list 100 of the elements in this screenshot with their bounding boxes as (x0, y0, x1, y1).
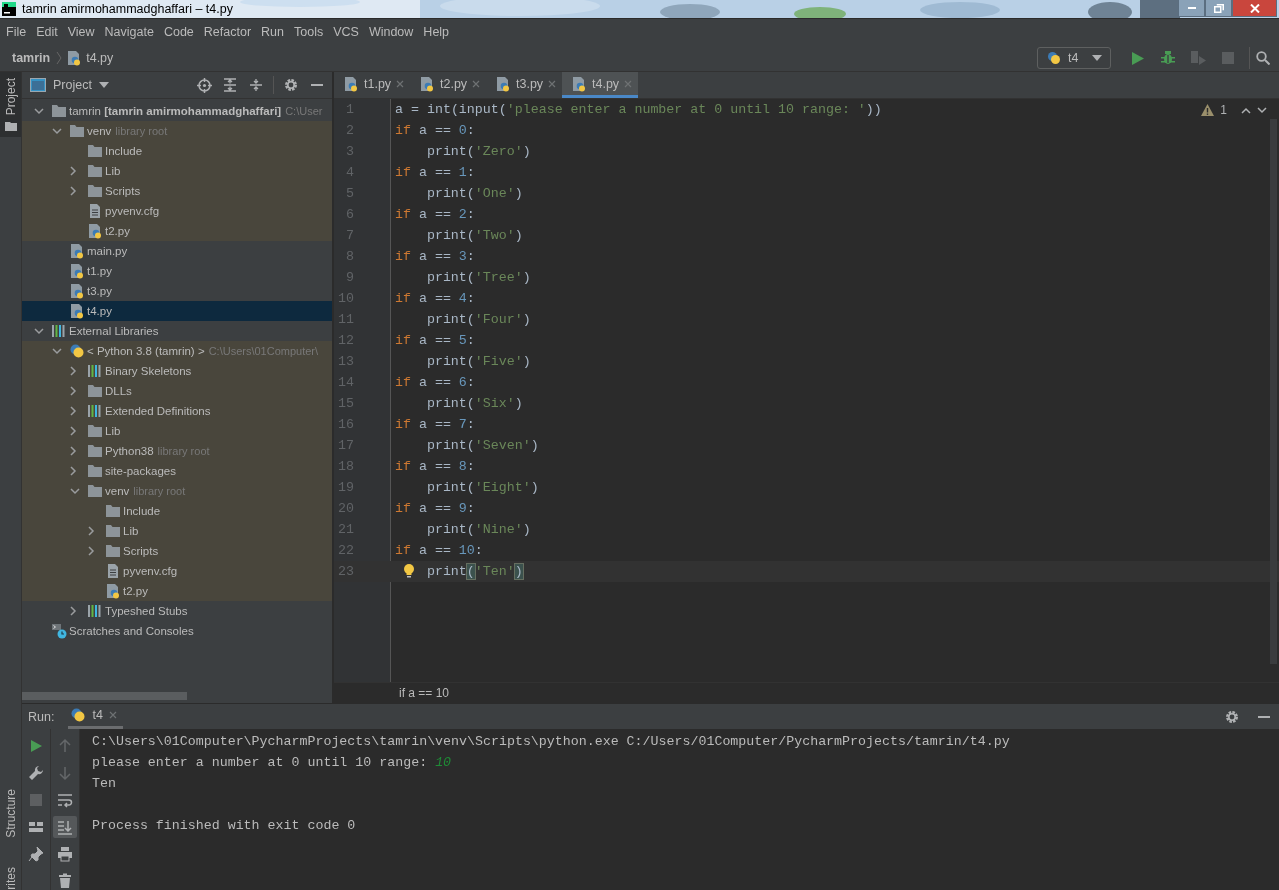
project-stripe-button[interactable]: Project (0, 72, 21, 138)
tree-item[interactable]: Typeshed Stubs (22, 601, 332, 621)
tree-item[interactable]: External Libraries (22, 321, 332, 341)
down-icon[interactable] (1257, 106, 1267, 114)
tree-item[interactable]: tamrin [tamrin amirmohammadghaffari] C:\User (22, 101, 332, 121)
breadcrumb-project[interactable]: tamrin (12, 51, 51, 65)
settings-button[interactable] (282, 76, 300, 94)
restore-button[interactable] (1205, 0, 1232, 17)
code-line: if a == 3: (395, 249, 475, 264)
minimize-icon (1187, 7, 1196, 9)
minimize-button[interactable] (1178, 0, 1205, 17)
scrollbar-thumb[interactable] (22, 692, 187, 700)
project-view-dropdown[interactable]: Project (30, 78, 109, 92)
tree-item[interactable]: Extended Definitions (22, 401, 332, 421)
close-icon[interactable] (108, 711, 117, 719)
chevron-down-icon[interactable] (52, 347, 62, 355)
code-line: if a == 9: (395, 501, 475, 516)
up-icon[interactable] (1241, 106, 1251, 114)
tree-item[interactable]: venv library root (22, 481, 332, 501)
chevron-down-icon[interactable] (70, 487, 80, 495)
chevron-right-icon[interactable] (70, 606, 77, 616)
folder-icon (87, 483, 103, 499)
menu-item[interactable]: Tools (289, 25, 329, 39)
lightbulb-icon[interactable] (403, 563, 415, 579)
tree-item[interactable]: pyvenv.cfg (22, 201, 332, 221)
tree-item[interactable]: main.py (22, 241, 332, 261)
warning-count[interactable]: 1 (1220, 103, 1227, 117)
locate-button[interactable] (195, 76, 213, 94)
close-icon[interactable] (396, 79, 405, 88)
close-button[interactable] (1232, 0, 1277, 17)
chevron-down-icon[interactable] (52, 127, 62, 135)
code-breadcrumb[interactable]: if a == 10 (399, 686, 450, 700)
tree-item[interactable]: DLLs (22, 381, 332, 401)
code-line: if a == 6: (395, 375, 475, 390)
menu-item[interactable]: Edit (31, 25, 63, 39)
tree-item[interactable]: pyvenv.cfg (22, 561, 332, 581)
menu-item[interactable]: Run (256, 25, 289, 39)
console-line: please enter a number at 0 until 10 range: 10 (92, 754, 453, 772)
collapse-all-button[interactable] (247, 76, 265, 94)
tree-item[interactable]: Lib (22, 421, 332, 441)
trash-icon (57, 873, 73, 889)
tree-item[interactable]: Binary Skeletons (22, 361, 332, 381)
editor-tab[interactable]: t2.py (410, 72, 486, 98)
menu-item[interactable]: View (62, 25, 100, 39)
menu-item[interactable]: Refactor (198, 25, 257, 39)
code-line: if a == 7: (395, 417, 475, 432)
close-icon[interactable] (472, 79, 481, 88)
breadcrumb-file[interactable]: t4.py (86, 51, 114, 65)
menu-item[interactable]: VCS (328, 25, 364, 39)
tree-item[interactable]: site-packages (22, 461, 332, 481)
tree-item[interactable]: venv library root (22, 121, 332, 141)
close-icon[interactable] (548, 79, 557, 88)
expand-all-button[interactable] (221, 76, 239, 94)
tree-item[interactable]: t3.py (22, 281, 332, 301)
code-line: print('One') (425, 186, 523, 201)
console-line: Ten (92, 775, 117, 793)
chevron-down-icon[interactable] (34, 107, 44, 115)
editor-tab[interactable]: t1.py (334, 72, 410, 98)
tree-item[interactable]: t2.py (22, 581, 332, 601)
scroll-to-end-icon (57, 819, 73, 835)
code-line: if a == 5: (395, 333, 475, 348)
printer-icon (57, 846, 73, 862)
python-logo-icon (1046, 50, 1062, 66)
tree-item[interactable]: Include (22, 501, 332, 521)
chevron-down-icon[interactable] (34, 327, 44, 335)
tree-item[interactable]: t1.py (22, 261, 332, 281)
stripe-button[interactable]: rites (0, 861, 21, 890)
python-file-icon (343, 75, 359, 92)
pin-icon (28, 846, 44, 862)
menu-item[interactable]: Help (418, 25, 455, 39)
tree-item[interactable]: t4.py (22, 301, 332, 321)
menu-item[interactable]: Navigate (99, 25, 159, 39)
tool-button[interactable] (53, 816, 77, 838)
editor-tab[interactable]: t3.py (486, 72, 562, 98)
menu-item[interactable]: File (1, 25, 32, 39)
editor-tab[interactable]: t4.py (562, 72, 638, 98)
run-label: Run: (28, 709, 55, 724)
tree-item[interactable]: Include (22, 141, 332, 161)
python-logo-icon (70, 707, 87, 723)
play-icon (28, 738, 44, 754)
tree-item[interactable]: Scratches and Consoles (22, 621, 332, 641)
python-file-icon (69, 263, 85, 279)
python-file-icon (69, 303, 85, 319)
tree-item[interactable]: Scripts (22, 181, 332, 201)
tree-item[interactable]: Lib (22, 521, 332, 541)
run-config-dropdown[interactable]: t4 (1037, 47, 1111, 69)
menu-item[interactable]: Window (363, 25, 419, 39)
stop-icon (1222, 52, 1234, 64)
python-logo-icon (69, 343, 85, 359)
menu-item[interactable]: Code (158, 25, 199, 39)
code-line: print('Tree') (425, 270, 531, 285)
stripe-button[interactable]: Structure (0, 782, 21, 844)
bug-icon (1161, 51, 1175, 65)
wrench-icon (28, 765, 44, 781)
library-icon (51, 323, 67, 339)
tree-item[interactable]: Scripts (22, 541, 332, 561)
tree-item[interactable]: t2.py (22, 221, 332, 241)
restore-icon (1213, 3, 1224, 13)
tree-item[interactable]: Lib (22, 161, 332, 181)
tree-item[interactable]: < Python 3.8 (tamrin) > C:\Users\01Computer\ (22, 341, 332, 361)
